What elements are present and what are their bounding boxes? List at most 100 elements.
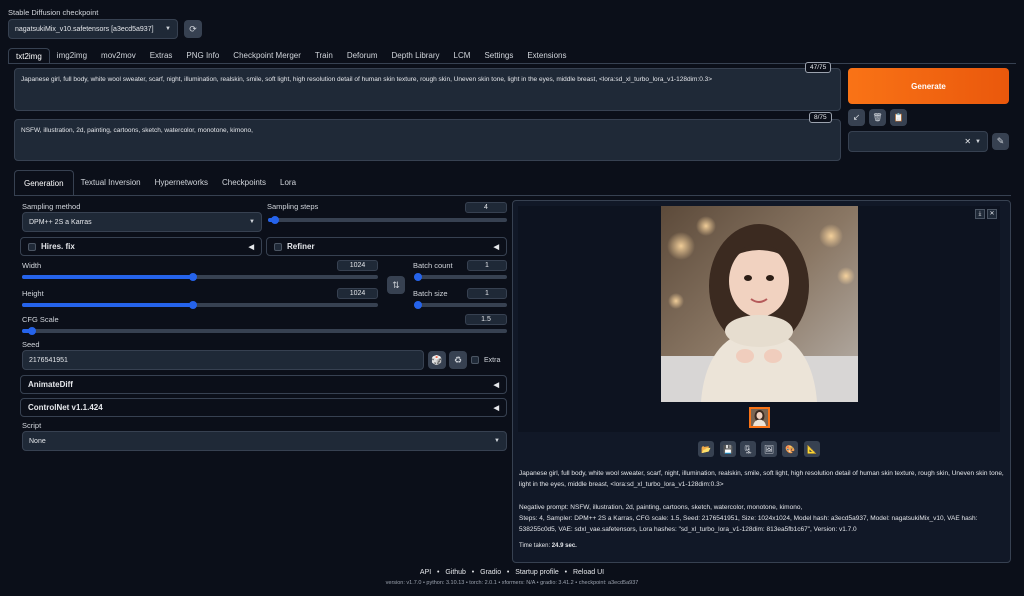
tab-checkpoints[interactable]: Checkpoints — [215, 170, 273, 196]
controlnet-label: ControlNet v1.1.424 — [28, 403, 103, 412]
slider-handle[interactable] — [414, 301, 422, 309]
slider-handle[interactable] — [27, 327, 36, 335]
footer-link-reload-ui[interactable]: Reload UI — [573, 569, 604, 576]
hires-fix-accordion[interactable]: Hires. fix ◀ — [20, 237, 262, 256]
refresh-icon: ⟳ — [189, 23, 197, 34]
close-image-button[interactable]: ✕ — [987, 209, 997, 219]
send-to-img2img-button[interactable]: 🖼 — [761, 441, 777, 457]
slider-handle[interactable] — [414, 273, 422, 281]
main-tabs: txt2img img2img mov2mov Extras PNG Info … — [8, 48, 573, 64]
generated-image-graphic — [661, 206, 858, 402]
read-params-button[interactable]: ↙ — [848, 109, 865, 126]
slider-handle[interactable] — [271, 216, 280, 224]
tab-settings[interactable]: Settings — [477, 48, 520, 64]
refiner-accordion[interactable]: Refiner ◀ — [266, 237, 507, 256]
subtabs-divider — [14, 195, 1011, 196]
tab-mov2mov[interactable]: mov2mov — [94, 48, 143, 64]
chevron-down-icon: ▼ — [249, 219, 255, 225]
info-prompt: Japanese girl, full body, white wool swe… — [519, 470, 1004, 488]
script-label: Script — [22, 421, 42, 430]
open-folder-button[interactable]: 📂 — [698, 441, 714, 457]
seed-input[interactable]: 2176541951 — [22, 350, 424, 370]
edit-styles-button[interactable]: ✎ — [992, 133, 1009, 150]
generated-image[interactable] — [661, 206, 858, 402]
batch-size-input[interactable]: 1 — [467, 288, 507, 299]
tab-png-info[interactable]: PNG Info — [179, 48, 226, 64]
tab-train[interactable]: Train — [308, 48, 340, 64]
tab-checkpoint-merger[interactable]: Checkpoint Merger — [226, 48, 308, 64]
sampling-steps-input[interactable]: 4 — [465, 202, 507, 213]
save-icon: 💾 — [723, 444, 733, 454]
swap-dimensions-button[interactable]: ⇅ — [387, 276, 405, 294]
sampling-method-select[interactable]: DPM++ 2S a Karras ▼ — [22, 212, 262, 232]
footer-link-gradio[interactable]: Gradio — [480, 569, 501, 576]
tab-generation[interactable]: Generation — [14, 170, 74, 196]
save-button[interactable]: 💾 — [720, 441, 736, 457]
refiner-checkbox[interactable] — [274, 242, 282, 251]
checkpoint-select[interactable]: nagatsukiMix_v10.safetensors [a3ecd5a937… — [8, 19, 178, 39]
height-input[interactable]: 1024 — [337, 288, 378, 299]
close-icon: ✕ — [964, 137, 972, 146]
chevron-down-icon: ▼ — [165, 26, 171, 32]
tab-deforum[interactable]: Deforum — [340, 48, 385, 64]
clear-prompt-button[interactable]: 🗑 — [869, 109, 886, 126]
script-select[interactable]: None ▼ — [22, 431, 507, 451]
extra-label: Extra — [484, 356, 501, 364]
batch-count-input[interactable]: 1 — [467, 260, 507, 271]
footer-link-github[interactable]: Github — [445, 569, 466, 576]
hires-fix-checkbox[interactable] — [28, 242, 36, 251]
hires-fix-label: Hires. fix — [41, 242, 75, 251]
chevron-down-icon: ▼ — [494, 438, 500, 444]
prompt-token-counter: 47/75 — [805, 62, 832, 73]
cfg-scale-slider[interactable] — [22, 327, 507, 335]
send-to-extras-button[interactable]: 📐 — [804, 441, 820, 457]
negative-prompt-textarea[interactable]: NSFW, illustration, 2d, painting, cartoo… — [14, 119, 841, 161]
info-negative-prompt: Negative prompt: NSFW, illustration, 2d,… — [519, 504, 803, 511]
random-seed-button[interactable]: 🎲 — [428, 351, 446, 369]
tab-txt2img[interactable]: txt2img — [8, 48, 50, 64]
width-input[interactable]: 1024 — [337, 260, 378, 271]
close-icon: ✕ — [989, 211, 995, 217]
tab-extensions[interactable]: Extensions — [520, 48, 573, 64]
generate-button[interactable]: Generate — [848, 68, 1009, 104]
extra-checkbox[interactable] — [471, 356, 479, 364]
negative-prompt-text: NSFW, illustration, 2d, painting, cartoo… — [21, 127, 253, 134]
download-image-button[interactable]: ⤓ — [975, 209, 985, 219]
height-slider[interactable] — [22, 301, 378, 309]
sampling-method-value: DPM++ 2S a Karras — [29, 218, 92, 226]
slider-handle[interactable] — [188, 273, 197, 281]
script-value: None — [29, 437, 46, 445]
gallery-thumbnail[interactable] — [749, 407, 770, 428]
animatediff-accordion[interactable]: AnimateDiff ◀ — [20, 375, 507, 394]
batch-count-slider[interactable] — [414, 273, 507, 281]
reuse-seed-button[interactable]: ♻ — [449, 351, 467, 369]
tab-hypernetworks[interactable]: Hypernetworks — [148, 170, 215, 196]
arrow-down-left-icon: ↙ — [852, 112, 861, 122]
sampling-steps-slider[interactable] — [268, 216, 507, 224]
refresh-checkpoint-button[interactable]: ⟳ — [184, 20, 202, 38]
send-to-inpaint-button[interactable]: 🎨 — [782, 441, 798, 457]
styles-clipboard-button[interactable]: 📋 — [890, 109, 907, 126]
styles-select[interactable]: ✕ ▼ — [848, 131, 988, 152]
tab-img2img[interactable]: img2img — [50, 48, 94, 64]
zip-button[interactable]: 🗜 — [740, 441, 756, 457]
prompt-textarea[interactable]: Japanese girl, full body, white wool swe… — [14, 68, 841, 111]
footer-link-api[interactable]: API — [420, 569, 431, 576]
cfg-scale-input[interactable]: 1.5 — [465, 314, 507, 325]
clipboard-icon: 📋 — [893, 113, 904, 122]
tab-extras[interactable]: Extras — [143, 48, 180, 64]
extra-seed-option[interactable]: Extra — [471, 356, 500, 364]
batch-count-label: Batch count — [413, 261, 453, 270]
width-slider[interactable] — [22, 273, 378, 281]
slider-handle[interactable] — [188, 301, 197, 309]
trash-icon: 🗑 — [872, 113, 883, 122]
tab-lcm[interactable]: LCM — [447, 48, 478, 64]
tab-lora[interactable]: Lora — [273, 170, 303, 196]
tab-textual-inversion[interactable]: Textual Inversion — [74, 170, 148, 196]
zip-icon: 🗜 — [742, 444, 754, 454]
download-icon: ⤓ — [978, 211, 982, 217]
footer-link-startup-profile[interactable]: Startup profile — [515, 569, 559, 576]
batch-size-slider[interactable] — [414, 301, 507, 309]
tab-depth-library[interactable]: Depth Library — [385, 48, 447, 64]
controlnet-accordion[interactable]: ControlNet v1.1.424 ◀ — [20, 398, 507, 417]
